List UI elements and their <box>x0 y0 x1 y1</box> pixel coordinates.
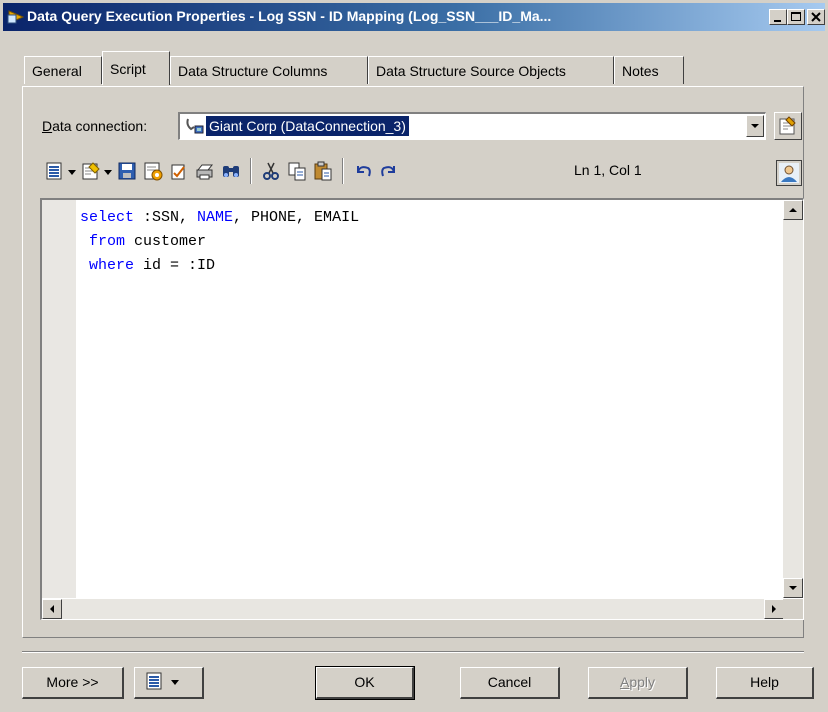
window-title: Data Query Execution Properties - Log SS… <box>27 8 552 24</box>
paste-icon[interactable] <box>312 160 334 182</box>
tab-label: General <box>32 63 82 79</box>
code-line: select :SSN, NAME, PHONE, EMAIL <box>80 209 360 226</box>
data-connection-properties-button[interactable] <box>774 112 802 140</box>
scroll-down-button[interactable] <box>783 578 803 598</box>
button-label: Help <box>750 674 779 690</box>
vertical-scrollbar[interactable] <box>783 200 803 598</box>
chevron-down-icon <box>751 124 759 128</box>
sql-code[interactable]: select :SSN, NAME, PHONE, EMAIL from cus… <box>80 206 359 278</box>
arrow-left-icon <box>50 605 54 613</box>
user-toggle-button[interactable] <box>776 160 802 186</box>
cursor-position: Ln 1, Col 1 <box>574 162 642 178</box>
arrow-right-icon <box>772 605 776 613</box>
minimize-icon <box>774 20 781 22</box>
insert-dropdown-icon[interactable] <box>104 170 112 175</box>
minimize-button[interactable] <box>769 9 787 25</box>
scrollbar-corner <box>783 599 803 619</box>
sql-script-editor[interactable]: select :SSN, NAME, PHONE, EMAIL from cus… <box>40 198 804 620</box>
scroll-left-button[interactable] <box>42 599 62 619</box>
apply-button[interactable]: Apply <box>588 667 688 699</box>
tab-script[interactable]: Script <box>102 51 170 85</box>
print-icon[interactable] <box>194 160 216 182</box>
toolbar-separator <box>250 158 252 184</box>
bottom-menu-button[interactable] <box>134 667 204 699</box>
ok-button[interactable]: OK <box>315 666 415 700</box>
button-label: Cancel <box>487 674 532 690</box>
toolbar-separator <box>342 158 344 184</box>
divider <box>22 651 804 653</box>
maximize-button[interactable] <box>787 9 805 25</box>
button-label: OK <box>354 674 375 690</box>
arrow-up-icon <box>789 208 797 212</box>
help-button[interactable]: Help <box>716 667 814 699</box>
tab-label: Data Structure Source Objects <box>376 63 566 79</box>
cut-icon[interactable] <box>260 160 282 182</box>
tab-general[interactable]: General <box>24 56 102 84</box>
check-icon[interactable] <box>168 160 190 182</box>
more-button[interactable]: More >> <box>22 667 124 699</box>
find-icon[interactable] <box>220 160 242 182</box>
save-icon[interactable] <box>116 160 138 182</box>
maximize-icon <box>791 12 801 21</box>
data-connection-dropdown-button[interactable] <box>746 115 764 137</box>
run-icon[interactable] <box>142 160 164 182</box>
tab-label: Data Structure Columns <box>178 63 328 79</box>
tab-data-structure-columns[interactable]: Data Structure Columns <box>170 56 368 84</box>
data-connection-label: Data connection: <box>42 118 148 134</box>
undo-icon[interactable] <box>352 160 374 182</box>
arrow-down-icon <box>789 586 797 590</box>
properties-dialog: Data Query Execution Properties - Log SS… <box>0 0 828 712</box>
button-label-accel: A <box>619 674 630 690</box>
editor-gutter <box>42 200 76 598</box>
data-connection-select[interactable]: Giant Corp (DataConnection_3) <box>178 112 766 140</box>
tab-notes[interactable]: Notes <box>614 56 684 84</box>
tab-data-structure-source-objects[interactable]: Data Structure Source Objects <box>368 56 614 84</box>
redo-icon[interactable] <box>378 160 400 182</box>
scroll-right-button[interactable] <box>764 599 784 619</box>
edit-menu-icon <box>146 672 179 690</box>
properties-icon <box>779 116 796 135</box>
title-bar[interactable]: Data Query Execution Properties - Log SS… <box>3 3 825 31</box>
close-button[interactable] <box>807 9 825 25</box>
close-icon <box>811 12 821 22</box>
code-line: from customer <box>80 233 207 250</box>
edit-menu-icon[interactable] <box>44 160 66 182</box>
tab-label: Notes <box>622 63 659 79</box>
tab-label: Script <box>110 61 146 77</box>
data-query-execution-icon <box>7 9 25 25</box>
edit-menu-dropdown-icon[interactable] <box>68 170 76 175</box>
button-label: pply <box>629 674 656 690</box>
code-line: where id = :ID <box>80 257 216 274</box>
cancel-button[interactable]: Cancel <box>460 667 560 699</box>
insert-icon[interactable] <box>80 160 102 182</box>
data-connection-icon <box>185 117 205 135</box>
button-label: More >> <box>46 674 99 690</box>
horizontal-scrollbar[interactable] <box>42 599 784 619</box>
scroll-up-button[interactable] <box>783 200 803 220</box>
copy-icon[interactable] <box>286 160 308 182</box>
user-icon <box>779 163 799 183</box>
data-connection-value: Giant Corp (DataConnection_3) <box>205 115 410 137</box>
